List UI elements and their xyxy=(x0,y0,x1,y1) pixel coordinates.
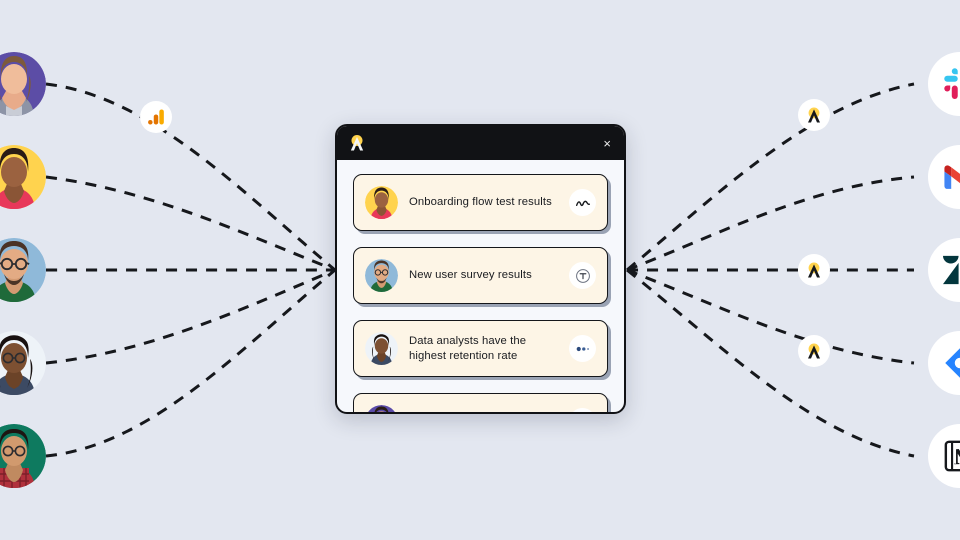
insights-modal: × Onboarding flow test results New user … xyxy=(335,124,626,414)
wire-left-1 xyxy=(45,82,336,272)
close-icon[interactable]: × xyxy=(601,135,613,152)
partial-card-icon[interactable] xyxy=(569,408,596,412)
wire-left-2 xyxy=(45,175,336,272)
google-analytics-icon[interactable] xyxy=(140,101,172,133)
insight-card-title: Data analysts have the highest retention… xyxy=(409,334,527,362)
wire-right-5 xyxy=(626,268,915,458)
modal-header: × xyxy=(337,126,624,160)
amplitude-badge-lower[interactable] xyxy=(798,335,830,367)
avatar xyxy=(365,332,398,365)
diagram-canvas: × Onboarding flow test results New user … xyxy=(0,0,960,540)
insight-card[interactable]: New user survey results xyxy=(353,247,608,304)
wire-left-5 xyxy=(45,268,336,458)
avatar xyxy=(365,186,398,219)
insight-card-title: Onboarding flow test results xyxy=(409,196,552,209)
wire-left-4 xyxy=(45,268,336,365)
avatar xyxy=(365,405,398,412)
insight-card[interactable]: Data analysts have the highest retention… xyxy=(353,320,608,377)
insight-card[interactable] xyxy=(353,393,608,412)
typeform-icon[interactable] xyxy=(569,262,596,289)
amplitude-badge-middle[interactable] xyxy=(798,254,830,286)
insight-card-title: New user survey results xyxy=(409,269,532,282)
wire-right-1 xyxy=(626,82,915,272)
amplitude-badge-top[interactable] xyxy=(798,99,830,131)
insight-card-list: Onboarding flow test results New user su… xyxy=(337,160,624,412)
wire-right-2 xyxy=(626,175,915,272)
avatar xyxy=(365,259,398,292)
wire-right-4 xyxy=(626,268,915,365)
insight-card[interactable]: Onboarding flow test results xyxy=(353,174,608,231)
amplitude-arrow-logo xyxy=(347,133,367,153)
amplitude-icon[interactable] xyxy=(569,189,596,216)
mixpanel-dots-icon[interactable] xyxy=(569,335,596,362)
